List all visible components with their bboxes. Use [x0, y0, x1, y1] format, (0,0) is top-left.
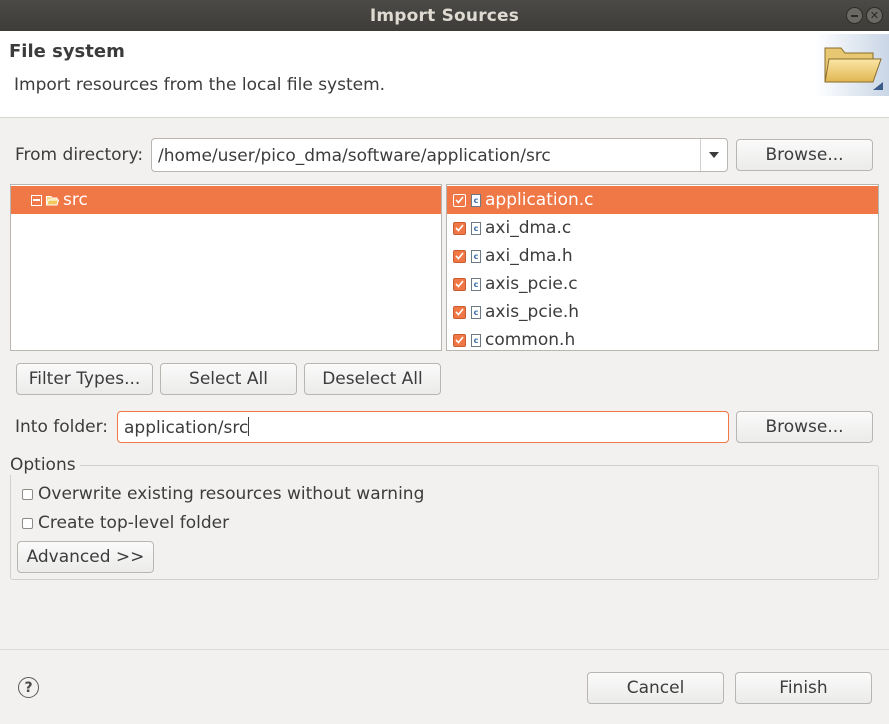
from-directory-label: From directory:: [15, 145, 144, 165]
filter-types-button[interactable]: Filter Types...: [16, 363, 153, 395]
file-checkbox[interactable]: [453, 221, 466, 235]
from-directory-value: /home/user/pico_dma/software/application…: [158, 146, 551, 166]
combo-dropdown-button[interactable]: [700, 139, 727, 171]
into-folder-label: Into folder:: [15, 417, 109, 437]
help-glyph: ?: [24, 679, 33, 696]
c-file-icon: c: [471, 221, 481, 235]
c-file-icon: c: [471, 193, 481, 207]
h-file-icon: c: [471, 333, 481, 347]
folder-tree[interactable]: src: [10, 184, 442, 351]
footer-separator: [0, 649, 889, 650]
from-directory-combo[interactable]: /home/user/pico_dma/software/application…: [151, 138, 728, 172]
overwrite-label: Overwrite existing resources without war…: [38, 484, 425, 504]
minimize-button[interactable]: [846, 7, 863, 24]
select-all-button[interactable]: Select All: [160, 363, 297, 395]
file-checkbox[interactable]: [453, 277, 466, 291]
window-titlebar: Import Sources: [0, 0, 889, 31]
into-folder-browse-button[interactable]: Browse...: [736, 411, 873, 443]
into-folder-value: application/src: [124, 418, 249, 438]
c-file-icon: c: [471, 277, 481, 291]
file-name: axi_dma.c: [485, 218, 572, 238]
list-item[interactable]: c common.h: [447, 326, 878, 350]
h-file-icon: c: [471, 249, 481, 263]
top-level-folder-option[interactable]: Create top-level folder: [22, 513, 229, 533]
from-directory-browse-button[interactable]: Browse...: [736, 139, 873, 171]
cancel-button[interactable]: Cancel: [587, 672, 724, 704]
overwrite-option[interactable]: Overwrite existing resources without war…: [22, 484, 424, 504]
help-icon[interactable]: ?: [18, 677, 39, 698]
folder-open-icon: [46, 195, 59, 206]
advanced-button[interactable]: Advanced >>: [17, 541, 154, 573]
file-name: axis_pcie.c: [485, 274, 578, 294]
close-icon: ✕: [869, 9, 880, 22]
list-item[interactable]: c axis_pcie.c: [447, 270, 878, 298]
minimize-icon: [851, 14, 858, 17]
h-file-icon: c: [471, 305, 481, 319]
options-legend: Options: [10, 455, 80, 475]
file-name: axi_dma.h: [485, 246, 573, 266]
text-caret: [248, 417, 250, 436]
deselect-all-button[interactable]: Deselect All: [304, 363, 441, 395]
page-title: File system: [9, 41, 125, 62]
list-item[interactable]: c axi_dma.h: [447, 242, 878, 270]
chevron-down-icon: [709, 152, 719, 158]
list-item[interactable]: c axi_dma.c: [447, 214, 878, 242]
collapse-icon[interactable]: [31, 194, 42, 206]
top-level-folder-checkbox[interactable]: [22, 517, 33, 529]
file-checkbox[interactable]: [453, 193, 466, 207]
folder-icon: [815, 34, 889, 96]
file-checkbox[interactable]: [453, 333, 466, 347]
list-item[interactable]: c application.c: [447, 186, 878, 214]
file-checkbox[interactable]: [453, 305, 466, 319]
finish-button[interactable]: Finish: [735, 672, 872, 704]
list-item[interactable]: c axis_pcie.h: [447, 298, 878, 326]
top-level-folder-label: Create top-level folder: [38, 513, 230, 533]
tree-item-src[interactable]: src: [11, 186, 441, 214]
file-name: axis_pcie.h: [485, 302, 580, 322]
window-title: Import Sources: [369, 5, 520, 26]
overwrite-checkbox[interactable]: [22, 488, 33, 500]
tree-item-label: src: [63, 190, 88, 210]
file-checkbox[interactable]: [453, 249, 466, 263]
close-button[interactable]: ✕: [866, 7, 883, 24]
into-folder-input[interactable]: application/src: [117, 411, 729, 443]
file-name: application.c: [485, 190, 594, 210]
file-list[interactable]: c application.c c axi_dma.c c axi_dma.h …: [446, 184, 879, 351]
file-name: common.h: [485, 330, 576, 350]
page-description: Import resources from the local file sys…: [14, 75, 386, 95]
